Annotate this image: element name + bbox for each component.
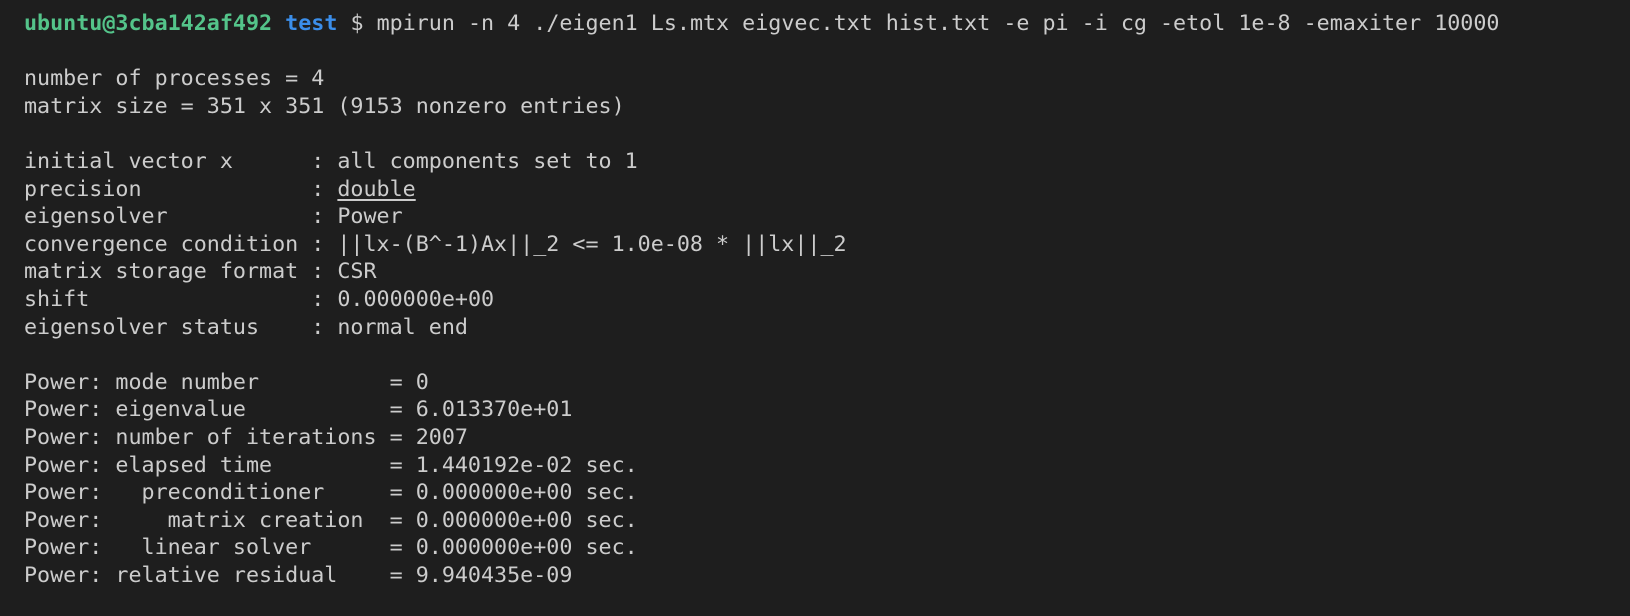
setting-key: eigensolver : — [24, 204, 338, 230]
terminal-window[interactable]: ubuntu@3cba142af492 test $ mpirun -n 4 .… — [0, 0, 1630, 616]
setting-key: matrix storage format : — [24, 259, 338, 285]
setting-value: CSR — [337, 259, 377, 285]
setting-key: eigensolver status : — [24, 314, 338, 340]
prompt-user-host: ubuntu@3cba142af492 — [24, 11, 273, 36]
setting-key: shift : — [24, 286, 338, 312]
setting-storage-format: matrix storage format : CSR — [24, 258, 1630, 286]
result-matrix-creation: Power: matrix creation = 0.000000e+00 se… — [24, 507, 638, 533]
setting-value: Power — [337, 204, 403, 230]
result-iterations: Power: number of iterations = 2007 — [24, 424, 468, 450]
result-linear-solver: Power: linear solver = 0.000000e+00 sec. — [24, 535, 638, 561]
output-processes: number of processes = 4 — [24, 66, 325, 92]
setting-eigensolver: eigensolver : Power — [24, 203, 1630, 231]
setting-shift: shift : 0.000000e+00 — [24, 286, 1630, 314]
command-text: mpirun -n 4 ./eigen1 Ls.mtx eigvec.txt h… — [376, 11, 1500, 36]
setting-precision: precision : double — [24, 176, 1630, 204]
setting-value: ||lx-(B^-1)Ax||_2 <= 1.0e-08 * ||lx||_2 — [337, 231, 847, 257]
setting-value: 0.000000e+00 — [337, 286, 495, 312]
setting-key: convergence condition : — [24, 231, 338, 257]
result-relative-residual: Power: relative residual = 9.940435e-09 — [24, 562, 573, 588]
result-elapsed-time: Power: elapsed time = 1.440192e-02 sec. — [24, 452, 638, 478]
result-mode-number: Power: mode number = 0 — [24, 369, 429, 395]
result-preconditioner: Power: preconditioner = 0.000000e+00 sec… — [24, 480, 638, 506]
output-matrix-size: matrix size = 351 x 351 (9153 nonzero en… — [24, 93, 625, 119]
command-line: ubuntu@3cba142af492 test $ mpirun -n 4 .… — [24, 10, 1630, 38]
setting-value: normal end — [337, 314, 468, 340]
result-eigenvalue: Power: eigenvalue = 6.013370e+01 — [24, 397, 573, 423]
prompt-symbol: $ — [350, 11, 364, 36]
setting-value: double — [337, 176, 416, 202]
setting-key: precision : — [24, 176, 338, 202]
setting-value: all components set to 1 — [337, 148, 638, 174]
setting-initial-vector: initial vector x : all components set to… — [24, 148, 1630, 176]
setting-key: initial vector x : — [24, 148, 338, 174]
setting-convergence: convergence condition : ||lx-(B^-1)Ax||_… — [24, 231, 1630, 259]
prompt-cwd: test — [285, 11, 338, 36]
setting-status: eigensolver status : normal end — [24, 314, 1630, 342]
